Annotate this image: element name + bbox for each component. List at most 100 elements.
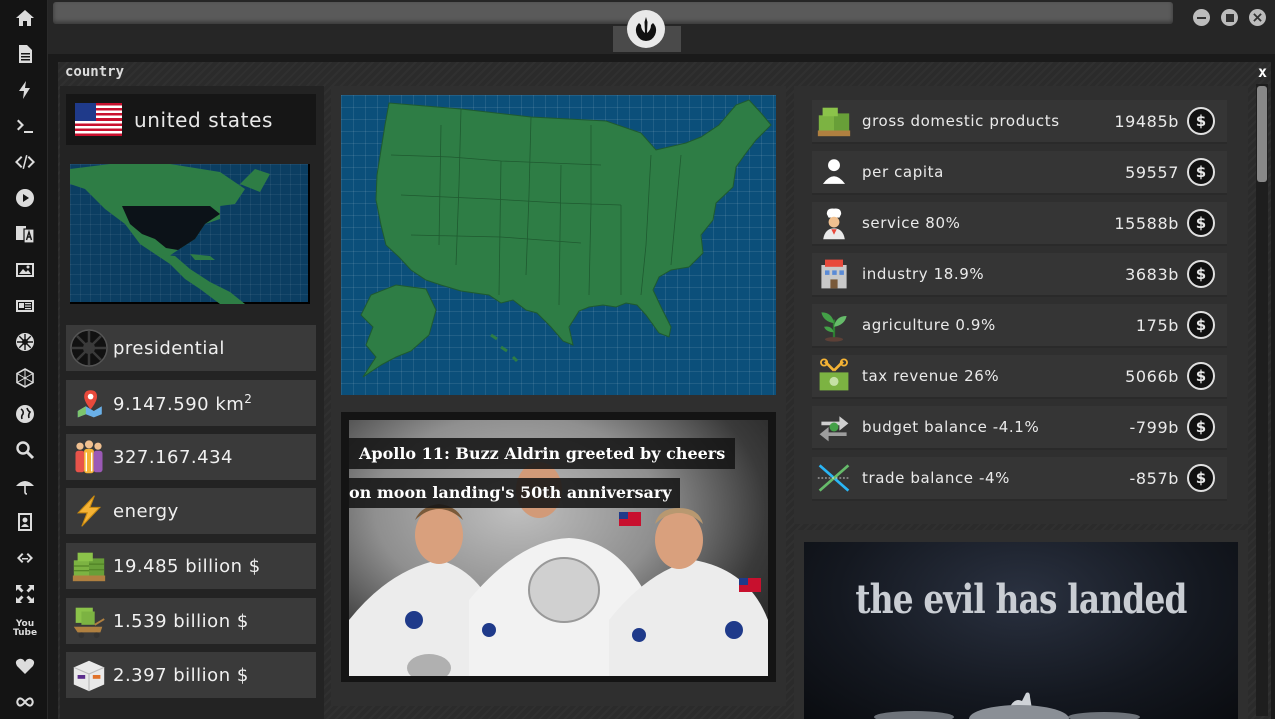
home-icon[interactable] [13,6,37,30]
heart-icon[interactable] [13,654,37,678]
economy-row-1: 19.485 billion $ [66,543,316,589]
stat-label: budget balance -4.1% [862,418,1040,436]
resource-row: energy [66,488,316,534]
stat-label: per capita [862,163,944,181]
area-row: 9.147.590 km2 [66,380,316,426]
imperial-emblem-icon [69,328,109,368]
astronauts-photo: Apollo 11: Buzz Aldrin greeted by cheers… [349,420,768,676]
stat-value: 175b [1135,315,1179,335]
panel-close-button[interactable]: x [1258,63,1267,81]
lightning-icon [69,491,109,531]
stat-value: 5066b [1125,366,1179,386]
dollar-coin-icon[interactable]: $ [1187,158,1215,186]
stat-row: industry 18.9% 3683b $ [812,253,1227,297]
contact-card-icon[interactable] [13,510,37,534]
translate-icon[interactable] [13,222,37,246]
area-value: 9.147.590 km2 [113,391,253,415]
play-icon[interactable] [13,186,37,210]
stat-row: service 80% 15588b $ [812,202,1227,246]
umbrella-icon[interactable] [13,474,37,498]
scrollbar-thumb[interactable] [1257,86,1267,182]
dollar-coin-icon[interactable]: $ [1187,311,1215,339]
economy-value-2: 1.539 billion $ [113,610,249,632]
address-bar[interactable] [53,2,1173,24]
promo-banner[interactable]: the evil has landed [804,542,1238,719]
factory-icon [814,254,854,294]
stat-value: -857b [1129,468,1179,488]
country-header: united states [66,94,316,145]
people-group-icon [69,437,109,477]
stat-row: per capita 59557 $ [812,151,1227,195]
dollar-coin-icon[interactable]: $ [1187,464,1215,492]
dollar-coin-icon[interactable]: $ [1187,107,1215,135]
economy-row-3: 2.397 billion $ [66,652,316,698]
tax-cash-icon [814,356,854,396]
code-icon[interactable] [13,150,37,174]
stat-label: service 80% [862,214,961,232]
dollar-coin-icon[interactable]: $ [1187,209,1215,237]
north-america-shape [70,164,270,304]
stat-label: industry 18.9% [862,265,985,283]
dollar-coin-icon[interactable]: $ [1187,413,1215,441]
news-headline-line-2: on moon landing's 50th anniversary [349,478,680,508]
stat-value: -799b [1129,417,1179,437]
stat-label: gross domestic products [862,112,1060,130]
stat-label: tax revenue 26% [862,367,1000,385]
terminal-icon[interactable] [13,114,37,138]
link-code-icon[interactable] [13,546,37,570]
stat-row: gross domestic products 19485b $ [812,100,1227,144]
image-icon[interactable] [13,258,37,282]
trade-cross-icon [814,458,854,498]
stat-value: 15588b [1114,213,1179,233]
stat-label: agriculture 0.9% [862,316,996,334]
us-map-shape [360,99,772,378]
money-pallet-icon [69,546,109,586]
infinity-icon[interactable] [13,690,37,714]
news-icon[interactable] [13,294,37,318]
economy-row-2: 1.539 billion $ [66,598,316,644]
close-button[interactable] [1249,9,1266,26]
chef-icon [814,203,854,243]
panel-title: country [65,64,125,80]
economy-value-1: 19.485 billion $ [113,555,261,577]
world-mini-map[interactable] [70,164,310,304]
search-icon[interactable] [13,438,37,462]
dollar-coin-icon[interactable]: $ [1187,362,1215,390]
map-pin-icon [69,383,109,423]
stat-label: trade balance -4% [862,469,1010,487]
minimize-button[interactable] [1193,9,1210,26]
population-value: 327.167.434 [113,446,234,468]
maximize-button[interactable] [1221,9,1238,26]
stat-row: trade balance -4% -857b $ [812,457,1227,501]
country-map[interactable] [341,95,776,395]
news-headline-line-1: Apollo 11: Buzz Aldrin greeted by cheers [349,438,736,469]
bolt-icon[interactable] [13,78,37,102]
money-pallet-icon [814,101,854,141]
youtube-icon[interactable]: You Tube [13,617,37,641]
window-titlebar [48,0,1275,54]
document-icon[interactable] [13,42,37,66]
dollar-coin-icon[interactable]: $ [1187,260,1215,288]
country-name: united states [134,107,273,132]
person-icon [814,152,854,192]
left-sidebar: You Tube [0,0,48,719]
shipping-box-icon [69,655,109,695]
stat-value: 19485b [1114,111,1179,131]
stat-row: budget balance -4.1% -799b $ [812,406,1227,450]
stat-value: 59557 [1125,162,1179,182]
promo-title: the evil has landed [855,576,1187,623]
rebel-alliance-icon[interactable] [627,10,665,48]
promo-moon-scene [874,692,1140,719]
population-row: 327.167.434 [66,434,316,480]
imperial-icon[interactable] [13,330,37,354]
expand-icon[interactable] [13,582,37,606]
stat-value: 3683b [1125,264,1179,284]
sphere-icon[interactable] [13,366,37,390]
stat-row: tax revenue 26% 5066b $ [812,355,1227,399]
government-row: presidential [66,325,316,371]
news-card[interactable]: Apollo 11: Buzz Aldrin greeted by cheers… [341,412,776,682]
balance-arrows-icon [814,407,854,447]
globe-icon[interactable] [13,402,37,426]
economy-value-3: 2.397 billion $ [113,664,249,686]
resource-value: energy [113,500,179,522]
